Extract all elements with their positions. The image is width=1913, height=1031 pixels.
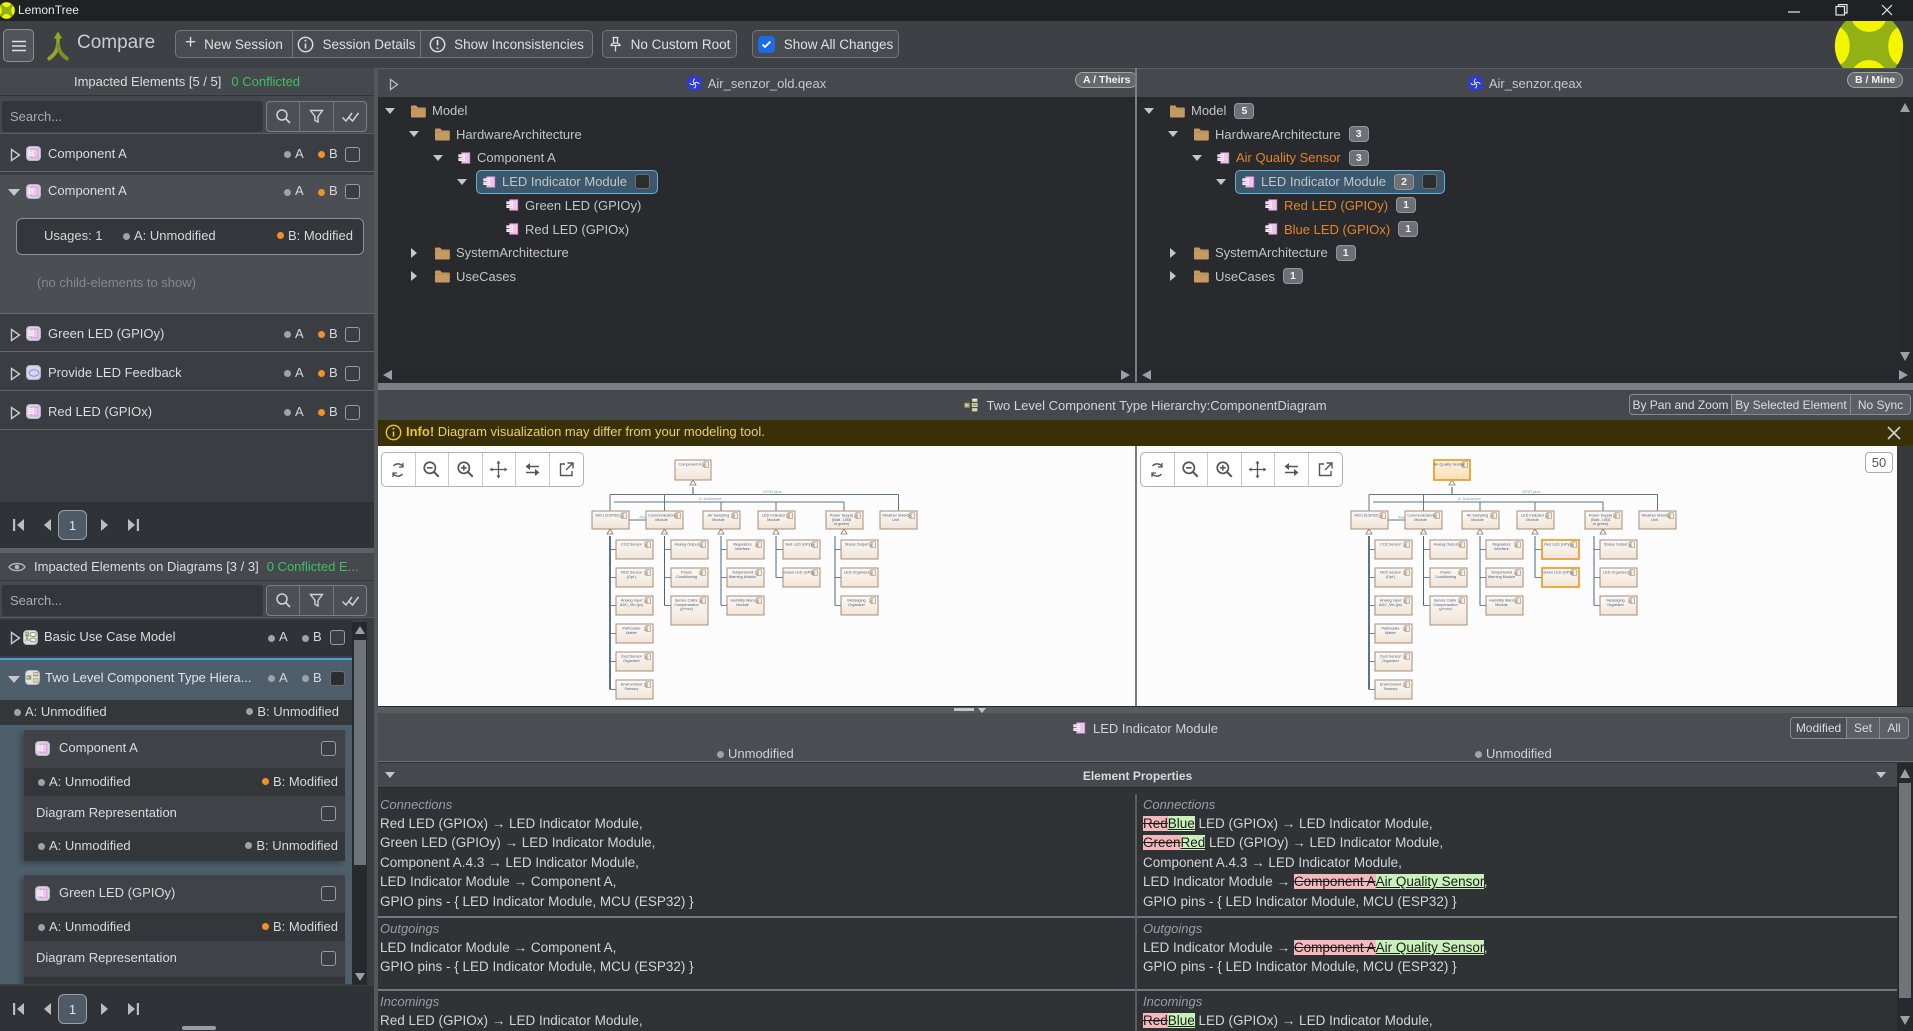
svg-text:GPIO pins: GPIO pins bbox=[763, 489, 781, 494]
svg-text:Matter: Matter bbox=[1385, 631, 1396, 635]
svg-text:Matter: Matter bbox=[626, 631, 637, 635]
svg-text:Module: Module bbox=[1495, 603, 1507, 607]
svg-text:Module: Module bbox=[1414, 518, 1426, 522]
svg-text:Warning Module: Warning Module bbox=[1488, 575, 1516, 579]
svg-text:(Opt.): (Opt.) bbox=[1386, 575, 1396, 579]
svg-text:Module: Module bbox=[712, 518, 724, 522]
svg-text:Green LED (GPx): Green LED (GPx) bbox=[1543, 571, 1574, 575]
svg-text:Warning Module: Warning Module bbox=[729, 575, 757, 579]
svg-text:A. Advanced: A. Advanced bbox=[1458, 496, 1480, 501]
svg-text:Module: Module bbox=[767, 518, 779, 522]
svg-text:Component A: Component A bbox=[678, 463, 701, 467]
svg-text:Unit: Unit bbox=[892, 518, 900, 522]
svg-text:ADC_Vin (px): ADC_Vin (px) bbox=[1379, 603, 1403, 607]
svg-text:or green): or green) bbox=[1593, 522, 1609, 526]
svg-text:Organizer: Organizer bbox=[1607, 603, 1624, 607]
svg-text:or green): or green) bbox=[834, 522, 850, 526]
svg-text:Status Output: Status Output bbox=[845, 543, 869, 547]
svg-text:MCU (ESP32): MCU (ESP32) bbox=[595, 514, 620, 518]
svg-text:(p+vcc): (p+vcc) bbox=[680, 607, 693, 611]
svg-text:LED Organizer: LED Organizer bbox=[844, 571, 870, 575]
svg-text:GPIO pins: GPIO pins bbox=[1522, 489, 1540, 494]
svg-text:Sensory: Sensory bbox=[625, 687, 639, 691]
svg-text:Red LED (GPy): Red LED (GPy) bbox=[785, 543, 812, 547]
svg-text:Module: Module bbox=[736, 603, 748, 607]
svg-text:Conditioning: Conditioning bbox=[676, 575, 697, 579]
svg-text:Organizer: Organizer bbox=[623, 659, 640, 663]
svg-text:Interface: Interface bbox=[1494, 547, 1509, 551]
svg-text:Interface: Interface bbox=[735, 547, 750, 551]
svg-text:MCU (ESP32): MCU (ESP32) bbox=[1354, 514, 1379, 518]
svg-text:CO2 Sensor: CO2 Sensor bbox=[1380, 543, 1402, 547]
svg-text:ADC_Vin (px): ADC_Vin (px) bbox=[620, 603, 644, 607]
svg-text:Analog Output: Analog Output bbox=[1433, 543, 1458, 547]
svg-text:A. Advanced: A. Advanced bbox=[699, 496, 721, 501]
svg-text:Module: Module bbox=[655, 518, 667, 522]
svg-text:LED Organizer: LED Organizer bbox=[1603, 571, 1629, 575]
svg-text:(Opt.): (Opt.) bbox=[627, 575, 637, 579]
svg-text:Organizer: Organizer bbox=[848, 603, 865, 607]
svg-text:Unit: Unit bbox=[1651, 518, 1659, 522]
svg-text:Status Output: Status Output bbox=[1604, 543, 1628, 547]
svg-text:Organizer: Organizer bbox=[1382, 659, 1399, 663]
svg-text:Module: Module bbox=[1471, 518, 1483, 522]
svg-text:CO2 Sensor: CO2 Sensor bbox=[621, 543, 643, 547]
svg-text:Air Quality Sensor: Air Quality Sensor bbox=[1434, 463, 1465, 467]
svg-text:Red LED (GPy): Red LED (GPy) bbox=[1544, 543, 1571, 547]
svg-text:Green LED (GPx): Green LED (GPx) bbox=[784, 571, 815, 575]
svg-text:Conditioning: Conditioning bbox=[1435, 575, 1456, 579]
svg-text:(p+vcc): (p+vcc) bbox=[1439, 607, 1452, 611]
svg-text:Analog Output: Analog Output bbox=[674, 543, 699, 547]
svg-text:Sensory: Sensory bbox=[1384, 687, 1398, 691]
svg-text:Module: Module bbox=[1526, 518, 1538, 522]
